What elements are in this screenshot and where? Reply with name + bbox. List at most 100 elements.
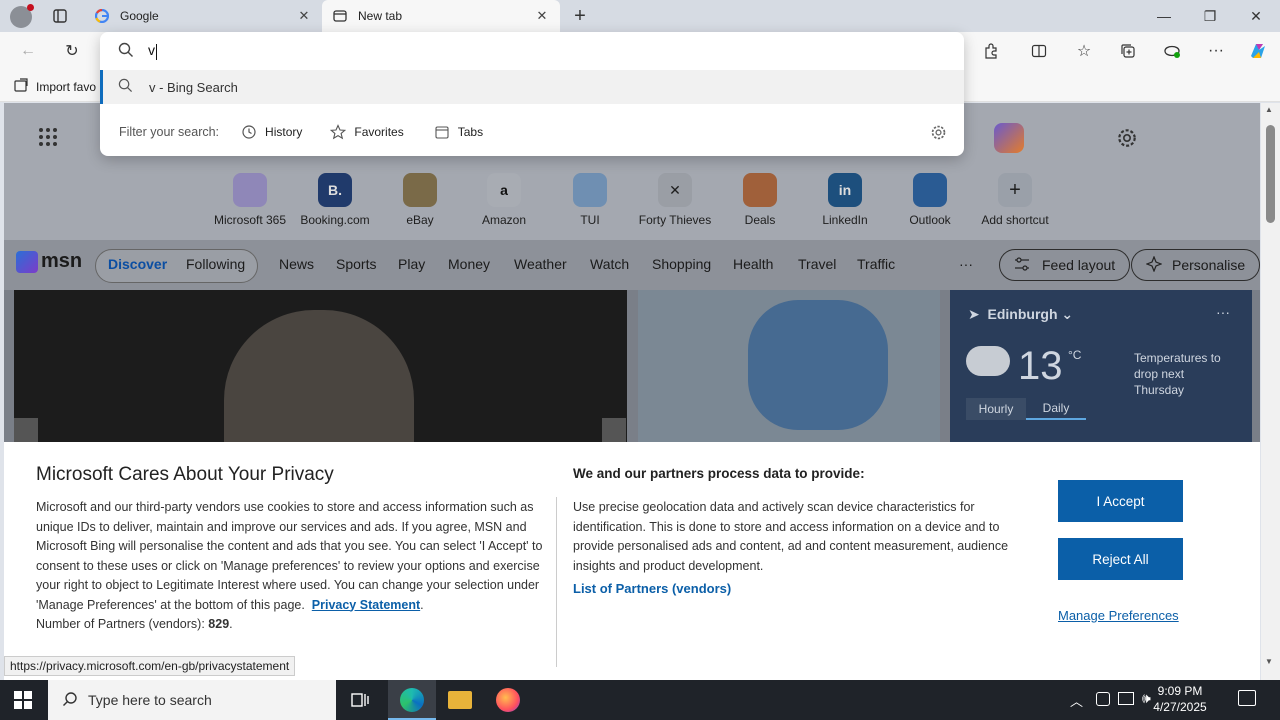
firefox-icon[interactable]: [496, 688, 520, 712]
search-suggestion[interactable]: v - Bing Search: [100, 70, 964, 104]
filter-history[interactable]: History: [241, 124, 302, 140]
import-favorites-link[interactable]: Import favo: [14, 78, 96, 95]
address-input-text[interactable]: v: [148, 42, 157, 60]
address-bar[interactable]: v: [100, 32, 964, 70]
clock-date: 4/27/2025: [1153, 700, 1207, 714]
favorites-icon[interactable]: ☆: [1068, 35, 1100, 67]
manage-preferences-link[interactable]: Manage Preferences: [1058, 608, 1179, 623]
profile-avatar[interactable]: [10, 4, 34, 28]
weather-tab-hourly[interactable]: Hourly: [966, 398, 1026, 420]
search-settings-gear-icon[interactable]: [930, 124, 947, 144]
weather-card[interactable]: ➤ Edinburgh ⌄ ··· 13 °C Temperatures to …: [950, 290, 1252, 442]
reject-all-button[interactable]: Reject All: [1058, 538, 1183, 580]
close-tab-icon[interactable]: ✕: [534, 8, 550, 24]
news-card-2[interactable]: [638, 290, 940, 442]
back-icon[interactable]: ←: [12, 35, 44, 67]
feed-layout-button[interactable]: Feed layout: [999, 249, 1131, 281]
close-tab-icon[interactable]: ✕: [296, 8, 312, 24]
windows-start-icon[interactable]: [14, 691, 32, 712]
collections-icon[interactable]: [1112, 35, 1144, 67]
nav-discover[interactable]: Discover: [108, 256, 167, 272]
shortcut-deals[interactable]: Deals: [720, 173, 800, 227]
scroll-up-icon[interactable]: ▲: [1265, 105, 1273, 114]
nav-play[interactable]: Play: [398, 256, 425, 272]
shortcut-amazon[interactable]: a Amazon: [464, 173, 544, 227]
nav-travel[interactable]: Travel: [798, 256, 836, 272]
network-icon[interactable]: [1118, 692, 1134, 705]
scroll-down-icon[interactable]: ▼: [1265, 657, 1273, 666]
ebay-icon: [403, 173, 437, 207]
weather-more-icon[interactable]: ···: [1216, 304, 1230, 320]
filter-tabs[interactable]: Tabs: [434, 124, 483, 140]
shortcut-ebay[interactable]: eBay: [380, 173, 460, 227]
msn-logo[interactable]: msn: [16, 250, 82, 273]
scrollbar-thumb[interactable]: [1266, 125, 1275, 223]
page-scrollbar[interactable]: ▲ ▼: [1261, 103, 1280, 680]
tab-actions-icon[interactable]: [44, 0, 76, 32]
carousel-prev-icon[interactable]: [14, 418, 38, 444]
weather-temp: 13: [1018, 344, 1063, 388]
nav-money[interactable]: Money: [448, 256, 490, 272]
shortcut-linkedin[interactable]: in LinkedIn: [805, 173, 885, 227]
nav-more-icon[interactable]: ···: [959, 256, 973, 272]
shortcut-outlook[interactable]: Outlook: [890, 173, 970, 227]
tab-new-tab[interactable]: New tab ✕: [322, 0, 560, 32]
shortcut-booking[interactable]: B. Booking.com: [295, 173, 375, 227]
tab-google[interactable]: Google ✕: [84, 0, 322, 32]
minimize-icon[interactable]: —: [1141, 0, 1187, 32]
nav-watch[interactable]: Watch: [590, 256, 629, 272]
clock-time: 9:09 PM: [1157, 684, 1203, 698]
shortcut-microsoft-365[interactable]: Microsoft 365: [210, 173, 290, 227]
privacy-statement-link[interactable]: Privacy Statement: [312, 598, 420, 612]
nav-weather[interactable]: Weather: [514, 256, 567, 272]
partly-cloudy-icon: [966, 346, 1010, 376]
file-explorer-icon[interactable]: [448, 691, 472, 709]
privacy-consent-banner: Microsoft Cares About Your Privacy Micro…: [4, 442, 1260, 680]
close-window-icon[interactable]: ✕: [1233, 0, 1279, 32]
shortcut-tui[interactable]: TUI: [550, 173, 630, 227]
weather-location[interactable]: ➤ Edinburgh ⌄: [968, 306, 1073, 323]
nav-health[interactable]: Health: [733, 256, 773, 272]
taskbar-search-box[interactable]: Type here to search: [48, 680, 336, 720]
apps-grid-icon[interactable]: [38, 127, 58, 150]
news-card-image: [748, 300, 888, 430]
list-of-partners-link[interactable]: List of Partners (vendors): [573, 581, 731, 596]
search-filter-row: Filter your search: History Favorites Ta…: [100, 114, 964, 150]
new-tab-button[interactable]: +: [564, 0, 596, 32]
browser-essentials-icon[interactable]: [1156, 35, 1188, 67]
nav-sports[interactable]: Sports: [336, 256, 376, 272]
extensions-icon[interactable]: [975, 35, 1007, 67]
settings-more-icon[interactable]: ···: [1200, 35, 1232, 67]
page-settings-gear-icon[interactable]: [1116, 127, 1138, 152]
copilot-icon[interactable]: [1242, 35, 1274, 67]
refresh-icon[interactable]: ↻: [56, 35, 88, 67]
weather-note[interactable]: Temperatures to drop next Thursday: [1134, 350, 1230, 398]
task-view-icon[interactable]: [350, 690, 370, 713]
taskbar-clock[interactable]: 9:09 PM 4/27/2025: [1140, 683, 1220, 715]
booking-icon: B.: [318, 173, 352, 207]
notifications-icon[interactable]: [1238, 690, 1256, 706]
microsoft-365-icon: [233, 173, 267, 207]
add-shortcut-button[interactable]: + Add shortcut: [975, 173, 1055, 227]
plus-icon: +: [998, 173, 1032, 207]
shortcut-forty-thieves[interactable]: ✕ Forty Thieves: [635, 173, 715, 227]
filter-favorites[interactable]: Favorites: [330, 124, 404, 140]
restore-icon[interactable]: ❐: [1187, 0, 1233, 32]
carousel-next-icon[interactable]: [602, 418, 626, 444]
device-icon[interactable]: [1096, 692, 1110, 706]
nav-traffic[interactable]: Traffic: [857, 256, 895, 272]
weather-tab-daily[interactable]: Daily: [1026, 398, 1086, 420]
nav-following[interactable]: Following: [186, 256, 245, 272]
copilot-ntp-icon[interactable]: [994, 123, 1024, 153]
weather-unit[interactable]: °C: [1068, 348, 1081, 362]
purposes-text: Use precise geolocation data and activel…: [573, 500, 1009, 573]
nav-news[interactable]: News: [279, 256, 314, 272]
split-screen-icon[interactable]: [1023, 35, 1055, 67]
taskbar-edge-active[interactable]: [388, 680, 436, 720]
windows-taskbar: Type here to search ︿ 🕪 9:09 PM 4/27/202…: [0, 680, 1280, 720]
nav-shopping[interactable]: Shopping: [652, 256, 711, 272]
show-hidden-icons-icon[interactable]: ︿: [1070, 691, 1083, 710]
personalise-button[interactable]: Personalise: [1131, 249, 1260, 281]
accept-button[interactable]: I Accept: [1058, 480, 1183, 522]
hero-news-card[interactable]: [14, 290, 627, 450]
